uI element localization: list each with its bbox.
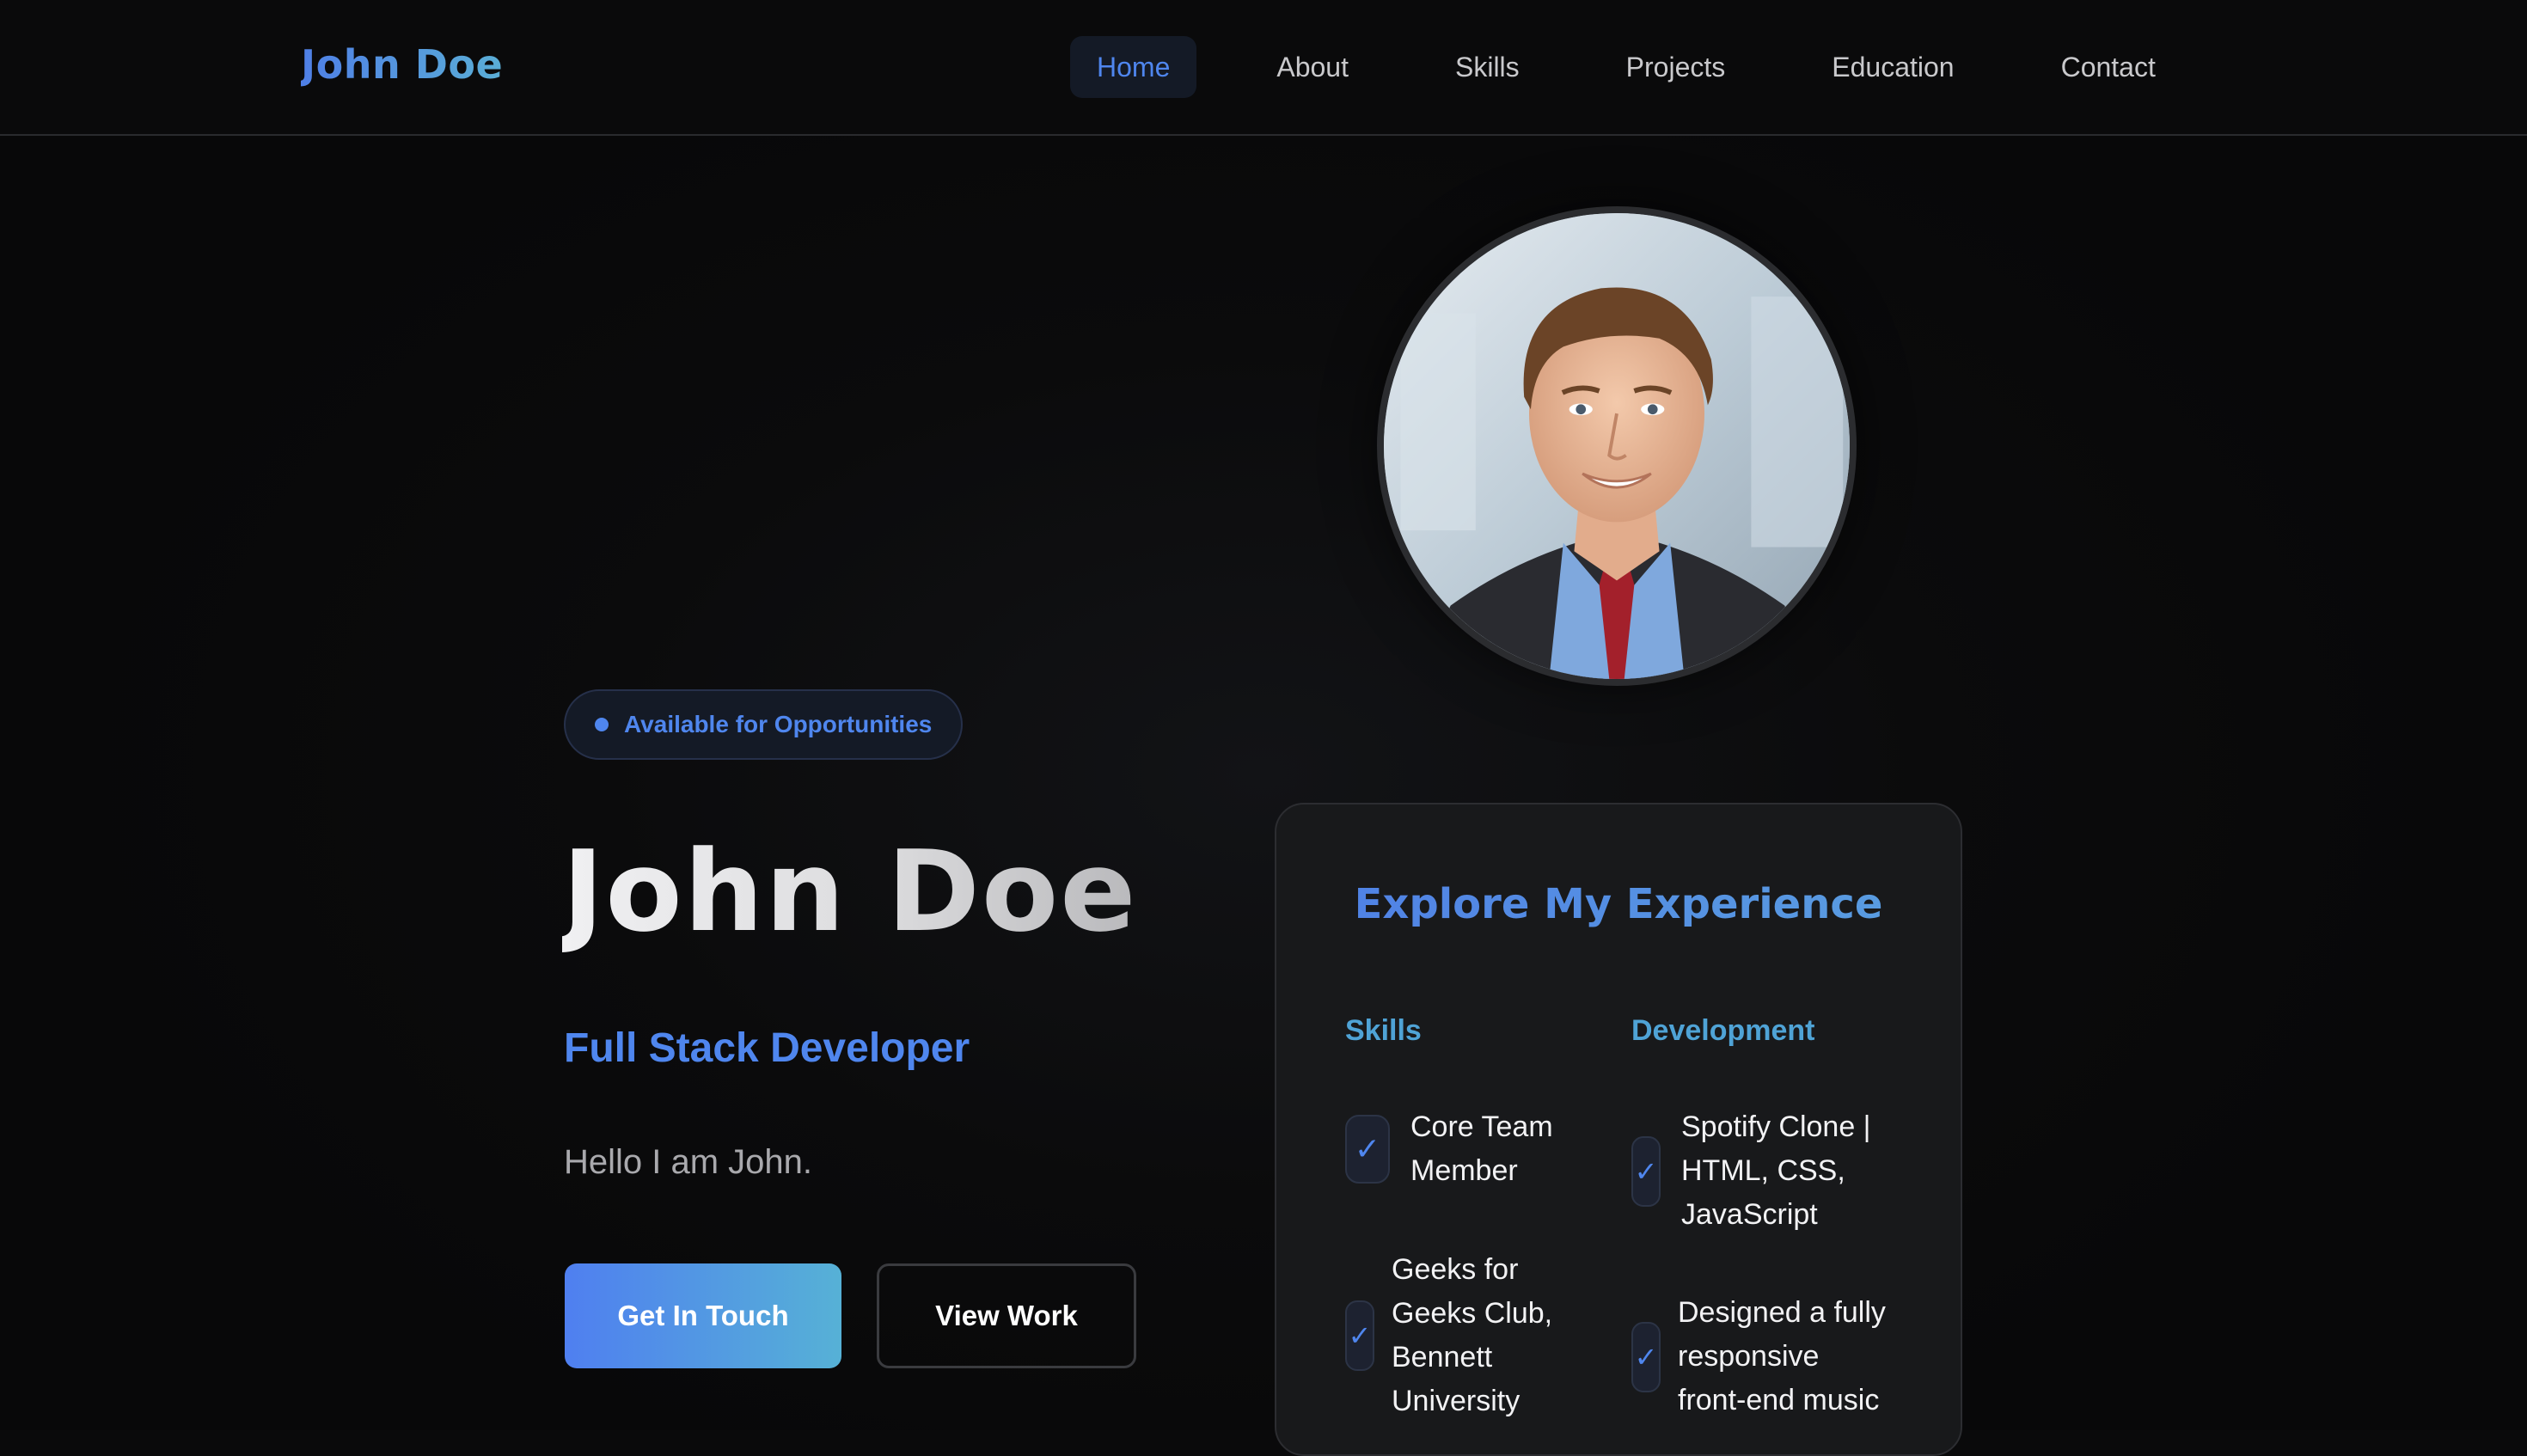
list-item-text: front-end music bbox=[1678, 1384, 1880, 1416]
list-item: ✓ Geeks for Geeks Club, Bennett Universi… bbox=[1345, 1248, 1552, 1423]
check-icon: ✓ bbox=[1345, 1300, 1374, 1371]
development-column-heading: Development bbox=[1631, 1014, 1815, 1047]
list-item-text: Member bbox=[1410, 1154, 1518, 1187]
list-item-text: Core Team bbox=[1410, 1110, 1553, 1143]
experience-title: Explore My Experience bbox=[1276, 880, 1961, 928]
nav-link-contact[interactable]: Contact bbox=[2034, 36, 2182, 98]
nav-links: Home About Skills Projects Education Con… bbox=[1070, 36, 2182, 98]
hero-role: Full Stack Developer bbox=[564, 1025, 970, 1071]
list-item-text: Geeks for bbox=[1392, 1253, 1519, 1286]
list-item: ✓ Spotify Clone | HTML, CSS, JavaScript bbox=[1631, 1105, 1871, 1237]
list-item-text: University bbox=[1392, 1385, 1520, 1417]
list-item-text: HTML, CSS, bbox=[1681, 1154, 1845, 1187]
hero-intro: Hello I am John. bbox=[564, 1143, 813, 1181]
list-item-text: Geeks Club, bbox=[1392, 1297, 1553, 1330]
check-icon: ✓ bbox=[1345, 1115, 1390, 1184]
nav-link-about[interactable]: About bbox=[1250, 36, 1375, 98]
nav-link-education[interactable]: Education bbox=[1805, 36, 1980, 98]
availability-badge: Available for Opportunities bbox=[564, 689, 964, 760]
list-item-text: Designed a fully bbox=[1678, 1296, 1886, 1329]
experience-card: Explore My Experience Skills Development… bbox=[1275, 803, 1962, 1456]
nav-link-projects[interactable]: Projects bbox=[1600, 36, 1753, 98]
brand-logo-text[interactable]: John Doe bbox=[301, 41, 503, 88]
list-item-text: Spotify Clone | bbox=[1681, 1110, 1871, 1143]
list-item-text: JavaScript bbox=[1681, 1198, 1818, 1231]
list-item: ✓ Core Team Member bbox=[1345, 1105, 1553, 1193]
skills-column-heading: Skills bbox=[1345, 1014, 1422, 1047]
profile-photo bbox=[1377, 206, 1857, 686]
list-item: ✓ Designed a fully responsive front-end … bbox=[1631, 1291, 1886, 1422]
get-in-touch-button[interactable]: Get In Touch bbox=[565, 1263, 841, 1368]
top-navbar: John Doe Home About Skills Projects Educ… bbox=[0, 0, 2527, 136]
list-item-text: Bennett bbox=[1392, 1341, 1493, 1373]
check-icon: ✓ bbox=[1631, 1135, 1661, 1207]
check-icon: ✓ bbox=[1631, 1321, 1661, 1392]
availability-badge-label: Available for Opportunities bbox=[624, 711, 933, 737]
list-item-text: responsive bbox=[1678, 1340, 1820, 1373]
nav-link-skills[interactable]: Skills bbox=[1429, 36, 1546, 98]
hero-name: John Doe bbox=[562, 826, 1138, 957]
view-work-button[interactable]: View Work bbox=[877, 1263, 1136, 1368]
status-dot-icon bbox=[595, 718, 609, 731]
nav-link-home[interactable]: Home bbox=[1070, 36, 1197, 98]
